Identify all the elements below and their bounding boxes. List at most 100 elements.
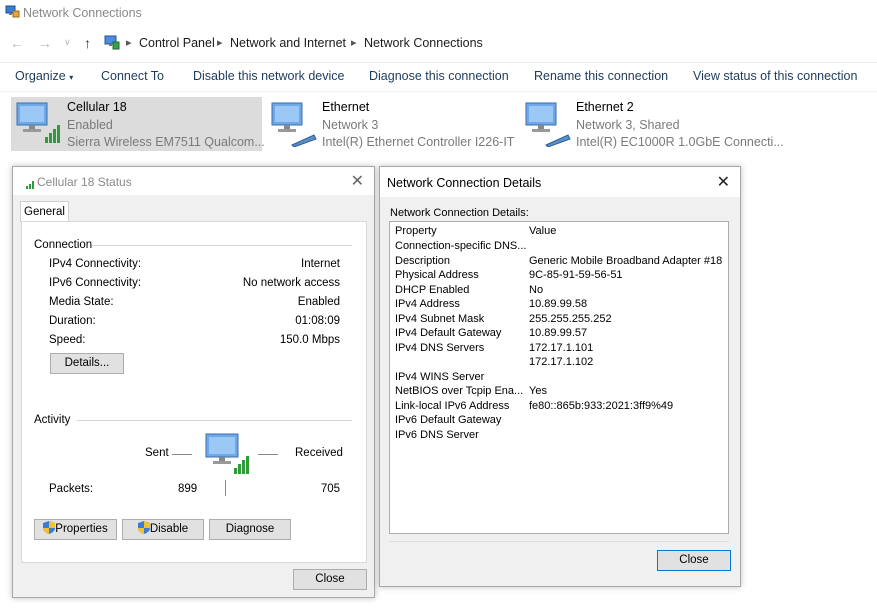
ipv4-connectivity-value: Internet [301, 258, 340, 270]
close-icon[interactable]: ✕ [351, 171, 364, 191]
list-item[interactable]: IPv4 Address 10.89.99.58 [390, 298, 728, 313]
property-name: IPv6 Default Gateway [395, 414, 502, 426]
signal-icon [26, 178, 35, 192]
list-item[interactable]: IPv4 WINS Server [390, 371, 728, 386]
general-tab-panel: Connection IPv4 Connectivity: Internet I… [21, 221, 367, 563]
ethernet-adapter-icon [270, 101, 318, 150]
activity-group-label: Activity [34, 414, 71, 426]
property-name: IPv4 DNS Servers [395, 341, 485, 354]
details-dialog: Network Connection Details ✕ Network Con… [379, 166, 741, 587]
media-state-label: Media State: [49, 296, 114, 308]
property-value: 255.255.255.252 [529, 312, 612, 325]
list-item[interactable]: IPv4 DNS Servers 172.17.1.101 [390, 342, 728, 357]
list-item[interactable]: Physical Address 9C-85-91-59-56-51 [390, 269, 728, 284]
list-item[interactable]: Connection-specific DNS... [390, 240, 728, 255]
details-header-row: Property Value [390, 225, 728, 240]
breadcrumb-control-panel[interactable]: Control Panel [139, 36, 215, 50]
packets-received-value: 705 [320, 483, 340, 495]
list-item[interactable]: Description Generic Mobile Broadband Adap… [390, 255, 728, 270]
network-connections-icon [5, 5, 20, 22]
rename-connection-button[interactable]: Rename this connection [534, 69, 668, 83]
back-arrow-icon[interactable]: ← [10, 35, 24, 51]
list-item[interactable]: IPv4 Default Gateway 10.89.99.57 [390, 327, 728, 342]
duration-label: Duration: [49, 315, 96, 327]
status-dialog-title: Cellular 18 Status [37, 175, 132, 189]
up-arrow-icon[interactable]: ↑ [84, 35, 91, 51]
property-value: Generic Mobile Broadband Adapter #18 [529, 254, 723, 267]
details-list[interactable]: Property Value Connection-specific DNS..… [389, 221, 729, 534]
speed-label: Speed: [49, 334, 86, 346]
properties-label: Properties [55, 523, 108, 535]
diagnose-button[interactable]: Diagnose [209, 519, 291, 540]
footer-divider [389, 541, 729, 542]
property-name: Physical Address [395, 269, 479, 281]
sent-line [172, 454, 192, 455]
property-name: Link-local IPv6 Address [395, 399, 510, 412]
property-value: No [529, 283, 544, 296]
forward-arrow-icon[interactable]: → [38, 35, 52, 51]
connection-tile-ethernet[interactable]: Ethernet Network 3 Intel(R) Ethernet Con… [266, 97, 516, 151]
property-value: 9C-85-91-59-56-51 [529, 269, 623, 281]
connection-name: Cellular 18 [67, 100, 127, 114]
uac-shield-icon [43, 521, 56, 534]
ipv6-connectivity-label: IPv6 Connectivity: [49, 277, 142, 289]
received-line [258, 454, 278, 455]
connection-tile-ethernet-2[interactable]: Ethernet 2 Network 3, Shared Intel(R) EC… [520, 97, 784, 151]
control-panel-icon [104, 35, 120, 53]
property-name: NetBIOS over Tcpip Ena... [395, 385, 524, 397]
group-divider [92, 245, 352, 246]
media-state-value: Enabled [297, 296, 340, 308]
address-bar: ← → ∨ ↑ ▸ Control Panel ▸ Network and In… [0, 30, 877, 56]
property-name: IPv4 Subnet Mask [395, 312, 485, 325]
connect-to-button[interactable]: Connect To [101, 69, 164, 83]
details-close-button[interactable]: Close [657, 550, 731, 571]
list-item[interactable]: 172.17.1.102 [390, 356, 728, 371]
disable-label: Disable [149, 523, 189, 535]
property-name: IPv6 DNS Server [395, 428, 479, 441]
property-name: DHCP Enabled [395, 283, 470, 296]
disable-button[interactable]: Disable [122, 519, 204, 540]
organize-menu[interactable]: Organize ▾ [15, 69, 73, 83]
breadcrumb-network-and-internet[interactable]: Network and Internet [230, 36, 346, 50]
list-item[interactable]: IPv6 DNS Server [390, 429, 728, 444]
properties-button[interactable]: Properties [34, 519, 117, 540]
list-item[interactable]: IPv6 Default Gateway [390, 414, 728, 429]
list-item[interactable]: NetBIOS over Tcpip Ena... Yes [390, 385, 728, 400]
command-bar: Organize ▾ Connect To Disable this netwo… [0, 62, 877, 92]
disable-device-button[interactable]: Disable this network device [193, 69, 344, 83]
property-column-header[interactable]: Property [395, 225, 437, 237]
ipv6-connectivity-value: No network access [242, 277, 340, 289]
tab-general[interactable]: General [20, 201, 69, 222]
status-close-button[interactable]: Close [293, 569, 367, 590]
list-item[interactable]: DHCP Enabled No [390, 284, 728, 299]
connection-name: Ethernet 2 [576, 100, 634, 114]
received-label: Received [295, 447, 343, 459]
breadcrumb-network-connections[interactable]: Network Connections [364, 36, 483, 50]
packets-divider [225, 480, 226, 496]
property-value: fe80::865b:933:2021:3ff9%49 [529, 399, 674, 412]
organize-label: Organize [15, 69, 66, 83]
recent-locations-chevron-icon[interactable]: ∨ [64, 37, 71, 48]
property-value: Yes [529, 385, 547, 397]
connection-device: Sierra Wireless EM7511 Qualcom... [67, 135, 265, 149]
property-name: IPv4 Address [395, 298, 460, 310]
connection-network: Network 3 [322, 118, 379, 132]
breadcrumb-separator: ▸ [126, 37, 132, 49]
diagnose-connection-button[interactable]: Diagnose this connection [369, 69, 509, 83]
list-item[interactable]: Link-local IPv6 Address fe80::865b:933:20… [390, 400, 728, 415]
view-status-button[interactable]: View status of this connection [693, 69, 857, 83]
uac-shield-icon [137, 521, 150, 534]
details-dialog-titlebar: Network Connection Details ✕ [380, 167, 740, 197]
property-name: IPv4 Default Gateway [395, 327, 502, 339]
window-titlebar: Network Connections [0, 0, 877, 26]
list-item[interactable]: IPv4 Subnet Mask 255.255.255.252 [390, 313, 728, 328]
details-button[interactable]: Details... [50, 353, 124, 374]
status-dialog: Cellular 18 Status ✕ General Connection … [12, 166, 375, 598]
breadcrumb-separator: ▸ [351, 37, 357, 49]
connection-tile-cellular-18[interactable]: Cellular 18 Enabled Sierra Wireless EM75… [11, 97, 265, 151]
connection-device: Intel(R) EC1000R 1.0GbE Connecti... [576, 135, 784, 149]
close-icon[interactable]: ✕ [717, 172, 730, 192]
connection-device: Intel(R) Ethernet Controller I226-IT [322, 135, 515, 149]
sent-label: Sent [145, 447, 169, 459]
value-column-header[interactable]: Value [529, 225, 556, 237]
